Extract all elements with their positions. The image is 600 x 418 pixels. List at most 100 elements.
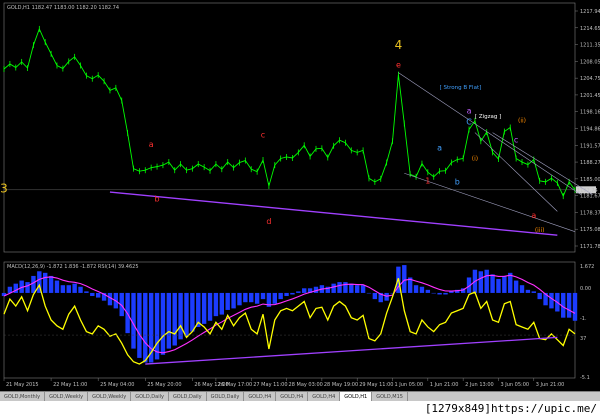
- price-y-tick-label: 1188.27: [580, 160, 600, 166]
- x-tick-label: 3 Jun 05:00: [500, 382, 529, 388]
- macd-histogram-bar: [166, 292, 172, 349]
- price-panel-header: GOLD,H1 1182.47 1183.00 1182.20 1182.74: [7, 5, 119, 11]
- macd-histogram-bar: [343, 282, 348, 293]
- macd-histogram-bar: [549, 292, 554, 309]
- wave-label: (i): [472, 156, 478, 163]
- macd-histogram-bar: [219, 292, 225, 315]
- indicator-y-tick-label: 0.00: [580, 286, 591, 292]
- macd-histogram-bar: [160, 292, 166, 355]
- x-tick-label: 25 May 20:00: [147, 382, 181, 388]
- macd-histogram-bar: [213, 292, 219, 317]
- price-y-tick-label: 1175.08: [580, 227, 600, 233]
- macd-histogram-bar: [243, 292, 248, 303]
- x-tick-label: 26 May 17:00: [218, 382, 252, 388]
- x-tick-label: 27 May 11:00: [253, 382, 287, 388]
- macd-histogram-bar: [513, 280, 519, 293]
- macd-histogram-bar: [231, 292, 236, 309]
- macd-histogram-bar: [178, 292, 183, 340]
- indicator-y-tick-label: 1.672: [580, 264, 594, 270]
- macd-histogram-bar: [31, 275, 36, 293]
- wave-label: d: [266, 217, 271, 226]
- rsi-trendline: [145, 336, 558, 365]
- macd-histogram-bar: [354, 285, 360, 293]
- macd-histogram-bar: [143, 292, 148, 363]
- macd-histogram-bar: [66, 285, 71, 293]
- macd-histogram-bar: [272, 292, 277, 304]
- price-y-tick-label: 1208.05: [580, 59, 600, 65]
- macd-histogram-bar: [48, 275, 54, 293]
- macd-histogram-bar: [519, 285, 525, 293]
- macd-histogram-bar: [566, 292, 572, 318]
- price-y-tick-label: 1201.45: [580, 93, 600, 99]
- macd-histogram-bar: [107, 292, 113, 306]
- price-y-tick-label: 1204.75: [580, 76, 600, 82]
- macd-histogram-bar: [284, 292, 289, 297]
- price-y-tick-label: 1211.35: [580, 43, 600, 49]
- macd-histogram-bar: [207, 292, 213, 321]
- macd-histogram-bar: [290, 292, 295, 295]
- macd-histogram-bar: [296, 291, 301, 293]
- x-tick-label: 28 May 19:00: [324, 382, 358, 388]
- wave-label: c: [514, 136, 518, 145]
- wave-label: a: [437, 143, 442, 152]
- indicator-y-tick-label: -5.1: [580, 375, 590, 381]
- price-y-tick-label: 1171.78: [580, 244, 600, 250]
- macd-histogram-bar: [278, 292, 283, 300]
- pattern-annotation: [ Zigzag ]: [475, 114, 501, 120]
- wave-label: (ii): [518, 117, 526, 124]
- macd-histogram-bar: [84, 291, 89, 293]
- macd-histogram-bar: [249, 292, 254, 303]
- wave-label: b: [455, 177, 460, 186]
- macd-histogram-bar: [525, 289, 531, 293]
- price-y-tick-label: 1185.00: [580, 177, 600, 183]
- macd-histogram-bar: [172, 292, 177, 346]
- x-tick-label: 2 Jun 13:00: [465, 382, 494, 388]
- indicator-y-tick-label: 37: [580, 336, 586, 342]
- macd-histogram-bar: [184, 292, 189, 337]
- wave-label: c: [261, 131, 265, 140]
- x-tick-label: 29 May 11:00: [359, 382, 393, 388]
- wave-label: b: [155, 195, 160, 204]
- macd-histogram-bar: [60, 285, 66, 293]
- wave-label: a: [149, 140, 154, 149]
- macd-histogram-bar: [302, 288, 307, 293]
- footer-bar: [1279x849]https://upic.me/: [0, 401, 600, 418]
- macd-histogram-bar: [419, 286, 425, 293]
- wave-label: 4: [395, 38, 403, 52]
- macd-histogram-bar: [572, 292, 578, 321]
- macd-histogram-bar: [496, 279, 501, 293]
- macd-histogram-bar: [366, 292, 372, 294]
- wave-label: a: [467, 106, 472, 115]
- macd-histogram-bar: [25, 282, 30, 293]
- macd-histogram-bar: [372, 292, 378, 300]
- macd-histogram-bar: [54, 280, 60, 293]
- x-tick-label: 25 May 04:00: [100, 382, 134, 388]
- price-y-tick-label: 1214.65: [580, 26, 600, 32]
- x-tick-label: 21 May 2015: [6, 382, 39, 388]
- macd-histogram-bar: [478, 271, 484, 293]
- macd-histogram-bar: [360, 285, 366, 293]
- macd-histogram-bar: [95, 292, 101, 298]
- macd-histogram-bar: [443, 292, 448, 295]
- macd-histogram-bar: [43, 272, 48, 293]
- price-y-tick-label: 1194.86: [580, 127, 600, 133]
- macd-histogram-bar: [225, 292, 230, 310]
- macd-histogram-bar: [402, 265, 407, 293]
- price-panel-frame: [3, 2, 576, 253]
- macd-histogram-bar: [90, 292, 95, 297]
- x-tick-label: 1 Jun 05:00: [395, 382, 424, 388]
- price-y-tick-label: 1217.94: [580, 9, 600, 15]
- indicator-panel-frame: [3, 261, 576, 379]
- macd-histogram-bar: [484, 269, 489, 293]
- current-price-label: 1182.74: [577, 188, 598, 194]
- rsi-line: [3, 278, 576, 365]
- x-tick-label: 22 May 11:00: [53, 382, 87, 388]
- chart-canvas: 1217.94 1214.65 1211.35 1208.05 1204.75 1201.…: [0, 2, 600, 388]
- indicator-panel-header: MACD(12,26,9) -1.872 1.836 -1.872 RSI(14…: [7, 264, 139, 270]
- price-line: [3, 27, 576, 198]
- x-tick-label: 3 Jun 21:00: [536, 382, 565, 388]
- macd-histogram-bar: [502, 275, 507, 293]
- macd-histogram-bar: [201, 292, 207, 324]
- macd-histogram-bar: [349, 283, 354, 293]
- price-trendline-purple: [109, 191, 558, 236]
